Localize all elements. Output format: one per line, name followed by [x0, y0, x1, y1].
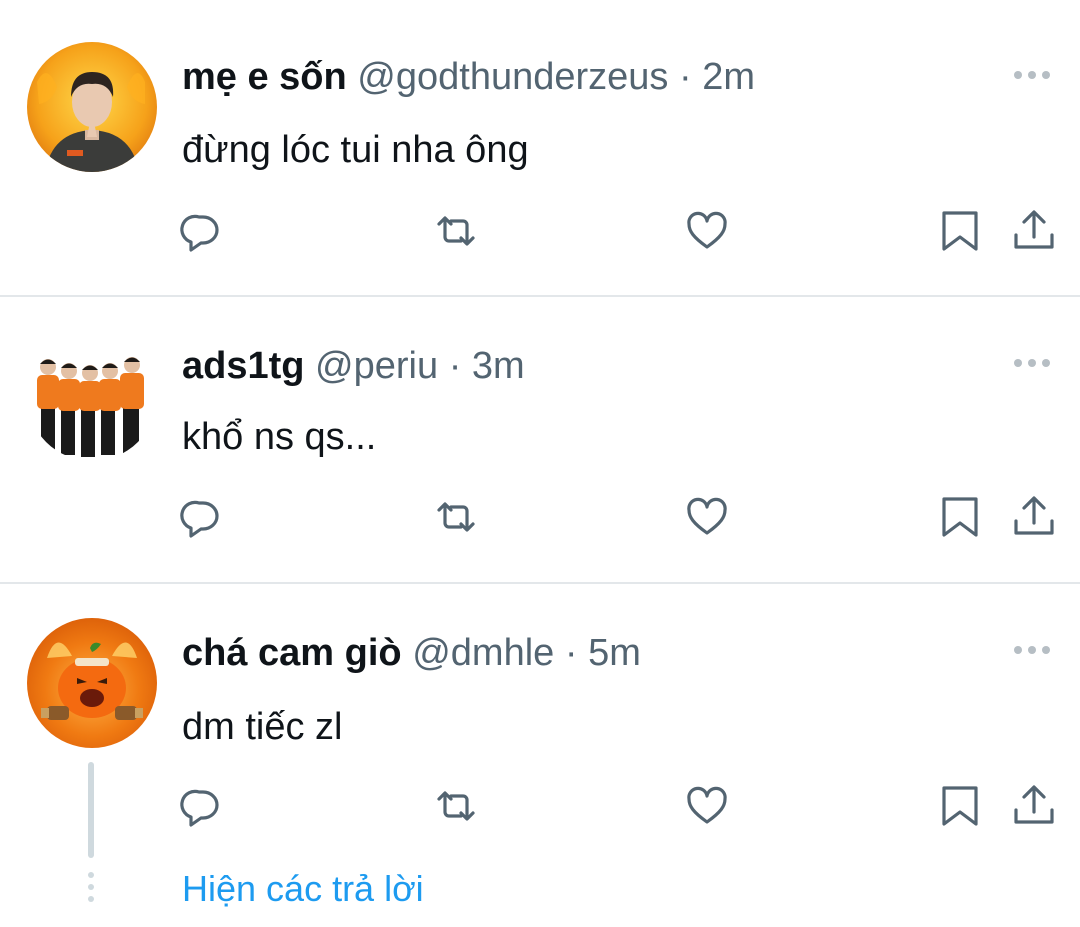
- tweet-header: chá cam giò @dmhle · 5m: [182, 630, 641, 676]
- bookmark-icon[interactable]: [936, 207, 984, 255]
- reply-icon[interactable]: [177, 207, 225, 255]
- tweet-header: ads1tg @periu · 3m: [182, 343, 525, 389]
- more-icon[interactable]: [1014, 69, 1058, 81]
- like-icon[interactable]: [683, 782, 731, 830]
- reply-icon[interactable]: [177, 493, 225, 541]
- like-icon[interactable]: [683, 493, 731, 541]
- retweet-icon[interactable]: [432, 782, 480, 830]
- handle[interactable]: @dmhle: [412, 632, 554, 674]
- like-icon[interactable]: [683, 207, 731, 255]
- tweet-text: khổ ns qs...: [182, 416, 377, 458]
- avatar[interactable]: [27, 42, 157, 172]
- timestamp[interactable]: 2m: [702, 56, 755, 98]
- share-icon[interactable]: [1010, 493, 1058, 541]
- separator: ·: [564, 632, 578, 674]
- tweet-3[interactable]: chá cam giò @dmhle · 5m dm tiếc zl: [0, 584, 1080, 927]
- tweet-actions: [0, 782, 1080, 830]
- display-name[interactable]: ads1tg: [182, 345, 304, 387]
- tweet-2[interactable]: ads1tg @periu · 3m khổ ns qs...: [0, 297, 1080, 582]
- tweet-actions: [0, 493, 1080, 541]
- handle[interactable]: @periu: [315, 345, 438, 387]
- separator: ·: [448, 345, 462, 387]
- tweet-text: dm tiếc zl: [182, 706, 343, 748]
- display-name[interactable]: chá cam giò: [182, 632, 402, 674]
- more-icon[interactable]: [1014, 357, 1058, 369]
- thread-line: [88, 762, 94, 858]
- bookmark-icon[interactable]: [936, 782, 984, 830]
- avatar[interactable]: [27, 618, 157, 748]
- more-icon[interactable]: [1014, 644, 1058, 656]
- handle[interactable]: @godthunderzeus: [357, 56, 668, 98]
- display-name[interactable]: mẹ e sốn: [182, 56, 347, 98]
- tweet-actions: [0, 207, 1080, 255]
- timestamp[interactable]: 5m: [588, 632, 641, 674]
- retweet-icon[interactable]: [432, 207, 480, 255]
- retweet-icon[interactable]: [432, 493, 480, 541]
- tweet-text: đừng lóc tui nha ông: [182, 129, 529, 171]
- timestamp[interactable]: 3m: [472, 345, 525, 387]
- share-icon[interactable]: [1010, 782, 1058, 830]
- tweet-header: mẹ e sốn @godthunderzeus · 2m: [182, 54, 755, 100]
- tweet-1[interactable]: mẹ e sốn @godthunderzeus · 2m đừng lóc t…: [0, 0, 1080, 296]
- share-icon[interactable]: [1010, 207, 1058, 255]
- bookmark-icon[interactable]: [936, 493, 984, 541]
- avatar[interactable]: [27, 331, 157, 461]
- separator: ·: [678, 56, 692, 98]
- reply-icon[interactable]: [177, 782, 225, 830]
- show-replies-link[interactable]: Hiện các trả lời: [182, 866, 424, 912]
- thread-dots: [88, 870, 94, 906]
